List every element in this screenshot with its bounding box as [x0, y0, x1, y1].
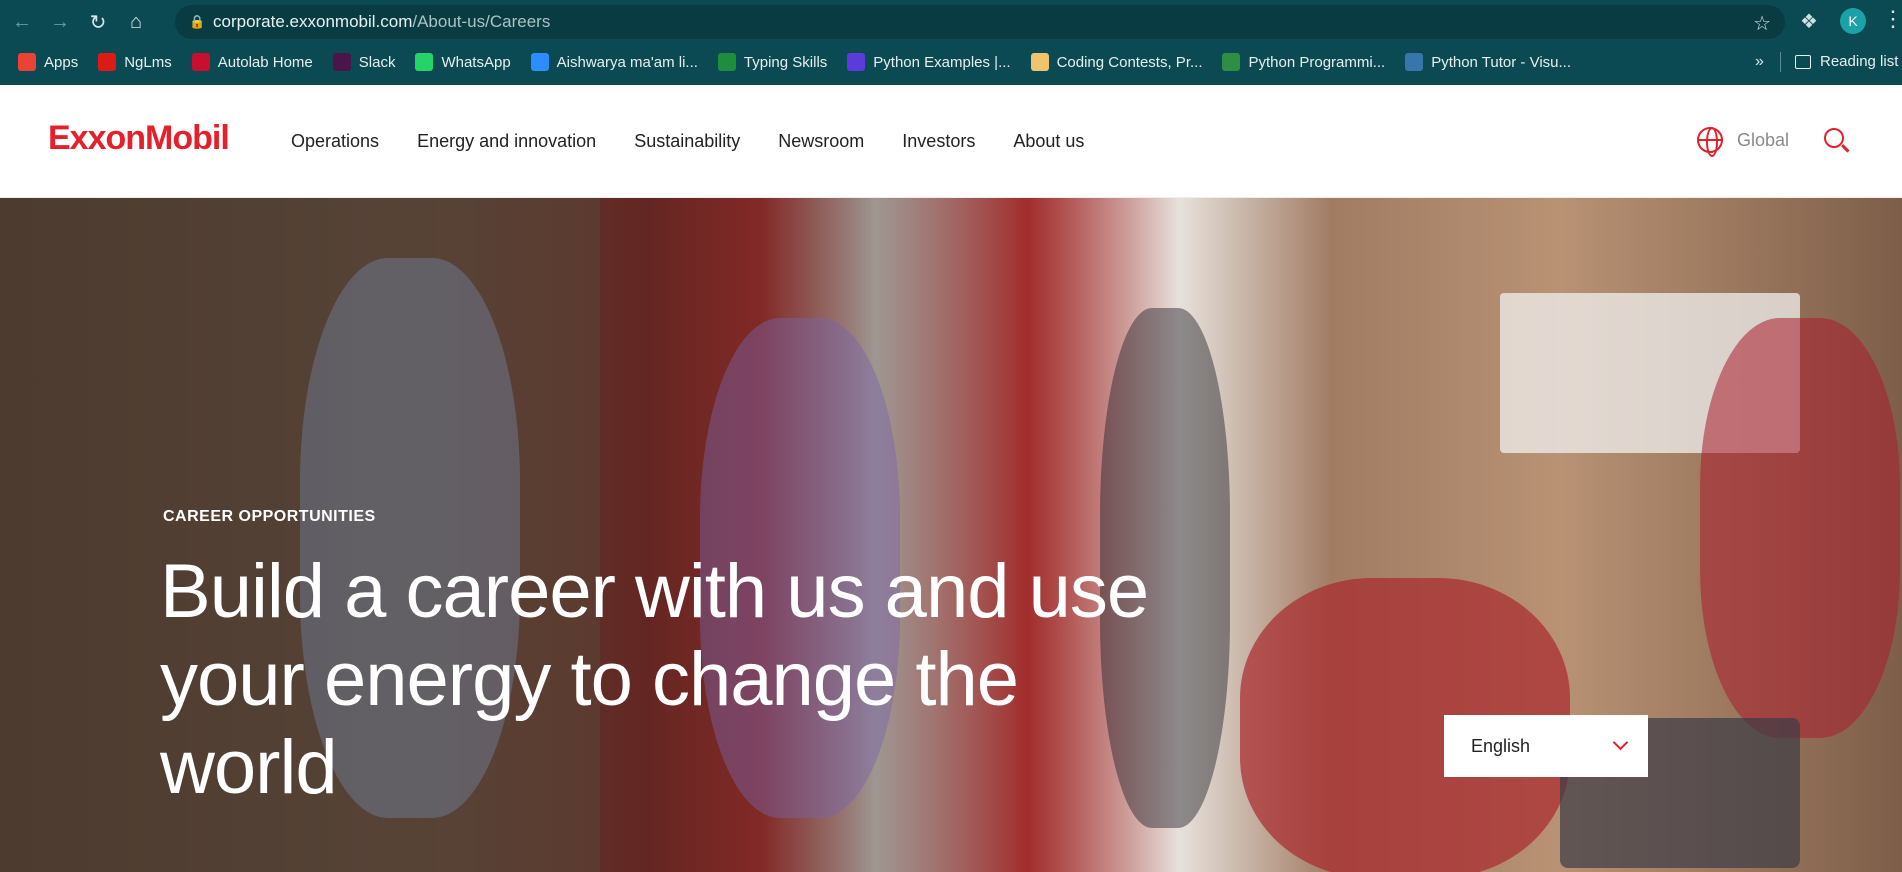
bookmarks-list: Apps NgLms Autolab Home Slack WhatsApp Aishwa… — [0, 53, 1591, 71]
bookmark-label: Python Tutor - Visu... — [1431, 53, 1571, 71]
lock-icon: 🔒 — [189, 14, 206, 29]
autolab-icon — [191, 53, 210, 71]
bookmark-item[interactable]: Autolab Home — [191, 53, 313, 71]
globe-icon — [1697, 127, 1723, 157]
bookmark-item[interactable]: Python Tutor - Visu... — [1405, 53, 1571, 71]
bookmark-label: WhatsApp — [441, 53, 511, 71]
bookmark-item[interactable]: Apps — [18, 53, 78, 71]
bookmark-label: NgLms — [124, 53, 172, 71]
nav-operations[interactable]: Operations — [291, 131, 379, 152]
slack-icon — [332, 53, 351, 71]
extensions-puzzle-icon[interactable]: ❖ — [1800, 9, 1818, 34]
nav-about-us[interactable]: About us — [1013, 131, 1084, 152]
whatsapp-icon — [415, 53, 434, 71]
bookmark-label: Slack — [358, 53, 396, 71]
bookmark-item[interactable]: Coding Contests, Pr... — [1030, 53, 1203, 71]
bookmark-label: Python Examples |... — [873, 53, 1011, 71]
global-label: Global — [1737, 129, 1790, 150]
url-domain: corporate.exxonmobil.com — [213, 12, 413, 31]
browser-menu-icon[interactable]: ⋮ — [1882, 6, 1902, 32]
hero-kicker: CAREER OPPORTUNITIES — [163, 508, 376, 525]
bookmark-item[interactable]: Typing Skills — [717, 53, 828, 71]
language-select[interactable]: English — [1444, 715, 1648, 777]
browser-chrome: ← → ↻ ⌂ 🔒 corporate.exxonmobil.com/About… — [0, 0, 1902, 85]
profile-avatar[interactable]: K — [1840, 8, 1866, 34]
hero-title: Build a career with us and use your ener… — [160, 549, 1149, 810]
home-icon[interactable]: ⌂ — [120, 6, 152, 38]
nav-sustainability[interactable]: Sustainability — [634, 131, 740, 152]
bookmark-label: Aishwarya ma'am li... — [556, 53, 698, 71]
site-header: ExxonMobil Operations Energy and innovat… — [0, 85, 1902, 198]
nav-investors[interactable]: Investors — [902, 131, 975, 152]
chevron-down-icon — [1612, 734, 1629, 751]
nav-energy-and-innovation[interactable]: Energy and innovation — [417, 131, 596, 152]
back-arrow-icon[interactable]: ← — [6, 6, 38, 38]
bookmark-item[interactable]: Python Examples |... — [847, 53, 1011, 71]
programiz-icon — [847, 53, 866, 71]
reading-list-label: Reading list — [1820, 53, 1899, 70]
classroom-icon — [717, 53, 736, 71]
bookmark-item[interactable]: Python Programmi... — [1222, 53, 1385, 71]
search-icon-handle — [1841, 144, 1850, 153]
bookmark-star-icon[interactable]: ☆ — [1753, 11, 1771, 36]
zoom-icon — [530, 53, 549, 71]
exxonmobil-logo[interactable]: ExxonMobil — [48, 119, 230, 158]
bookmark-label: Python Programmi... — [1248, 53, 1386, 71]
address-bar[interactable]: 🔒 corporate.exxonmobil.com/About-us/Care… — [175, 5, 1785, 39]
hero-banner: CAREER OPPORTUNITIES Build a career with… — [0, 198, 1902, 872]
bookmark-item[interactable]: NgLms — [98, 53, 172, 71]
hero-photo-person — [1700, 318, 1900, 738]
forward-arrow-icon[interactable]: → — [44, 6, 76, 38]
bookmarks-bar: Apps NgLms Autolab Home Slack WhatsApp Aishwa… — [0, 48, 1902, 76]
reload-icon[interactable]: ↻ — [82, 6, 114, 38]
bookmark-label: Typing Skills — [743, 53, 828, 71]
angular-icon — [98, 53, 117, 71]
reading-list-button[interactable]: Reading list — [1795, 48, 1898, 76]
nav-newsroom[interactable]: Newsroom — [778, 131, 864, 152]
main-nav: Operations Energy and innovation Sustain… — [291, 131, 1122, 152]
search-icon[interactable] — [1824, 128, 1850, 153]
bookmark-label: Coding Contests, Pr... — [1056, 53, 1203, 71]
language-selected: English — [1471, 735, 1531, 756]
bookmark-label: Apps — [44, 53, 79, 71]
url-path: /About-us/Careers — [412, 12, 551, 31]
bookmark-item[interactable]: Slack — [332, 53, 396, 71]
bookmark-label: Autolab Home — [217, 53, 313, 71]
bookmark-item[interactable]: WhatsApp — [415, 53, 511, 71]
bookmarks-more-icon[interactable]: » — [1755, 48, 1764, 76]
codechef-icon — [1030, 53, 1049, 71]
python-icon — [1405, 53, 1424, 71]
bookmarks-divider — [1780, 52, 1781, 72]
gfg-icon — [1222, 53, 1241, 71]
apps-grid-icon — [18, 53, 36, 71]
bookmark-item[interactable]: Aishwarya ma'am li... — [530, 53, 698, 71]
reading-list-icon — [1795, 55, 1811, 69]
global-site-selector[interactable]: Global — [1697, 127, 1790, 157]
profile-initial: K — [1848, 13, 1858, 29]
url-text: corporate.exxonmobil.com/About-us/Career… — [213, 12, 550, 32]
